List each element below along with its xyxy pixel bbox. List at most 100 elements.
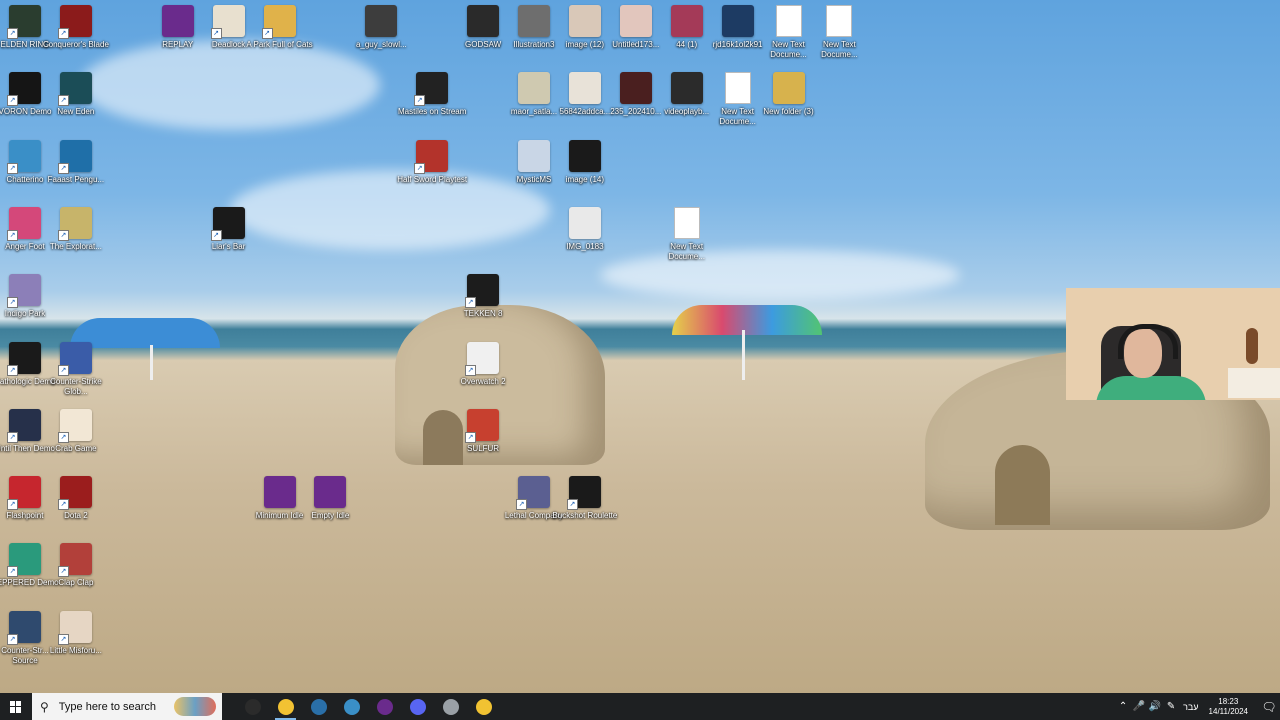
taskbar-file-explorer-button[interactable] [467,693,500,720]
desktop-icon[interactable]: New Text Docume... [713,72,763,127]
app-icon [161,5,194,37]
app-icon: ↗ [7,72,41,107]
desktop-icon-label: New Eden [57,107,95,117]
app-icon: ↗ [7,476,41,511]
desktop-icon[interactable]: ↗ Mastiles on Stream [398,72,466,117]
file-explorer-icon [475,698,492,715]
app-icon [568,139,601,172]
wallpaper-umbrella-pole [742,330,745,380]
app-icon: ↗ [57,610,92,645]
desktop-icon[interactable]: ↗ Little Misforu... [50,610,102,656]
text-document-icon [826,5,853,37]
shortcut-arrow-icon: ↗ [261,28,273,39]
app-icon: ↗ [7,206,41,241]
app-icon [518,5,550,37]
shortcut-arrow-icon: ↗ [7,566,18,578]
volume-icon[interactable]: 🔊 [1147,701,1163,712]
app-icon [670,72,703,105]
desktop-icon[interactable]: ↗ Half Sword Playtest [397,139,467,185]
desktop-icon[interactable]: ↗ A Park Full of Cats [246,5,313,50]
desktop-icon[interactable]: ↗ Indigo Park [0,274,50,319]
chatterino-icon [343,698,360,715]
language-indicator[interactable]: עבר [1183,702,1198,712]
app-icon: ↗ [210,206,245,241]
desktop-icon[interactable]: a_guy_slowl... [356,5,407,50]
chrome-icon [277,698,294,715]
app-icon: ↗ [7,139,41,174]
desktop-icon-label: Conqueror's Blade [42,40,109,49]
desktop-icon[interactable]: ↗ Dota 2 [51,476,101,521]
desktop-icon[interactable]: New folder (3) [763,72,814,117]
desktop-icon[interactable]: ↗ Clap Clap [51,543,101,588]
search-icon: ⚲ [40,699,49,714]
app-icon: ↗ [516,476,550,511]
desktop-icon[interactable]: ↗ New Eden [51,72,101,117]
shortcut-arrow-icon: ↗ [7,95,18,107]
pen-icon[interactable]: ✎ [1163,701,1179,712]
webcam-overlay [1066,288,1280,400]
app-icon [365,5,398,37]
app-icon: ↗ [7,341,41,376]
desktop-icon[interactable]: ↗ TEKKEN 8 [458,274,508,319]
taskbar-search-box[interactable]: ⚲ Type here to search [32,693,222,720]
obs-icon [244,698,261,715]
desktop-icon[interactable]: ↗ Faaast Pengu... [48,139,104,185]
microphone-icon[interactable]: 🎤 [1131,701,1147,712]
notification-icon[interactable]: 🗨 [1258,700,1280,714]
desktop-icon[interactable]: IMG_0183 [560,206,610,252]
app-icon [772,72,805,105]
desktop-icon-label: Little Misforu... [49,645,102,655]
app-icon: ↗ [566,476,601,511]
desktop-icon[interactable]: ↗ Counter-Str... Source [0,610,50,666]
desktop-icon-label: Overwatch 2 [460,376,506,386]
webcam-headset [1118,324,1178,359]
taskbar: ⚲ Type here to search ⌃ 🎤 🔊 ✎ עבר 18:23 … [0,693,1280,720]
desktop-icon[interactable]: ↗ Counter-Strike Glob... [50,341,102,397]
shortcut-arrow-icon: ↗ [210,229,222,241]
desktop-icon[interactable]: ↗ The Explorat... [50,206,102,252]
shortcut-arrow-icon: ↗ [566,499,578,511]
app-icon [568,72,601,105]
taskbar-steam-button[interactable] [302,693,335,720]
shortcut-arrow-icon: ↗ [7,28,18,39]
app-icon: ↗ [7,274,41,309]
app-icon [467,5,500,37]
desktop-icon-label: Indigo Park [4,309,46,319]
taskbar-security-button[interactable] [434,693,467,720]
desktop-icon[interactable]: image (14) [560,139,610,185]
desktop-icon[interactable]: ↗ Buckshot Roulette [552,476,617,521]
wallpaper-door [423,410,463,465]
shortcut-arrow-icon: ↗ [7,162,18,174]
taskbar-winrar-button[interactable] [368,693,401,720]
chevron-up-icon[interactable]: ⌃ [1115,701,1131,712]
shortcut-arrow-icon: ↗ [210,28,222,39]
shortcut-arrow-icon: ↗ [7,431,18,443]
desktop-icon[interactable]: ↗ SULFUR [458,408,508,454]
shortcut-arrow-icon: ↗ [7,297,18,309]
shortcut-arrow-icon: ↗ [57,431,69,443]
desktop-icon[interactable]: New Text Docume... [662,206,712,262]
desktop-icon[interactable]: Empty Idle [305,476,355,521]
shortcut-arrow-icon: ↗ [7,364,18,376]
desktop-icon[interactable]: ↗ Conqueror's Blade [43,5,109,50]
webcam-guitar [1246,328,1258,364]
desktop-icon-label: The Explorat... [49,241,102,251]
taskbar-discord-button[interactable] [401,693,434,720]
app-icon [263,476,296,509]
desktop-icon[interactable]: ↗ Overwatch 2 [458,341,508,387]
app-icon: ↗ [57,476,92,511]
app-icon [619,5,652,37]
desktop-icon-label: Empty Idle [311,511,350,521]
desktop-icon-label: New Text Docume... [821,40,858,59]
desktop-icon[interactable]: ↗ Crab Game [51,408,101,454]
start-button[interactable] [0,693,32,720]
taskbar-obs-button[interactable] [236,693,269,720]
app-icon [568,5,601,37]
clock[interactable]: 18:23 14/11/2024 [1209,697,1248,717]
taskbar-chrome-button[interactable] [269,693,302,720]
desktop-icon[interactable]: ↗ Liar's Bar [204,206,254,252]
desktop-icon-label: Dota 2 [64,511,88,521]
taskbar-chatterino-button[interactable] [335,693,368,720]
app-icon: ↗ [57,5,92,39]
desktop-icon[interactable]: New Text Docume... [814,5,864,60]
